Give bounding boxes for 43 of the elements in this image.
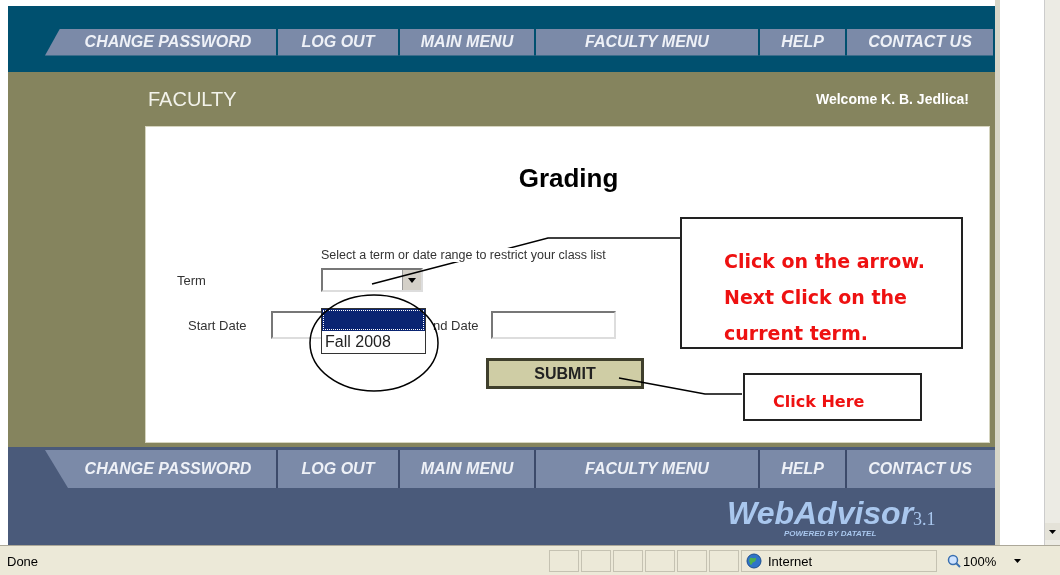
status-pane xyxy=(677,550,707,572)
nav-link[interactable]: CONTACT US xyxy=(847,28,993,56)
end-date-label: nd Date xyxy=(433,317,480,333)
nav-link[interactable]: CHANGE PASSWORD xyxy=(60,28,278,56)
nav-link[interactable]: LOG OUT xyxy=(278,28,400,56)
page-title: Grading xyxy=(517,162,620,194)
logo-version: 3.1 xyxy=(913,509,936,530)
caret-icon[interactable] xyxy=(1014,559,1022,563)
nav-link[interactable]: CHANGE PASSWORD xyxy=(60,450,278,488)
nav-link[interactable]: FACULTY MENU xyxy=(536,450,760,488)
logo-tagline: POWERED BY DATATEL xyxy=(784,529,877,538)
nav-link[interactable]: CONTACT US xyxy=(847,450,993,488)
start-date-label: Start Date xyxy=(187,317,248,333)
term-label: Term xyxy=(176,272,207,288)
status-pane xyxy=(709,550,739,572)
dropdown-option[interactable]: Fall 2008 xyxy=(322,331,425,353)
welcome-text: Welcome K. B. Jedlica! xyxy=(816,91,969,107)
zone-text: Internet xyxy=(768,553,813,569)
nav-link[interactable]: MAIN MENU xyxy=(400,28,536,56)
status-pane xyxy=(613,550,643,572)
dropdown-option[interactable] xyxy=(322,309,425,331)
end-date-field[interactable] xyxy=(491,311,616,339)
zoom-icon xyxy=(947,554,961,568)
globe-icon xyxy=(746,553,762,569)
logo-text: WebAdvisor xyxy=(727,495,914,531)
nav-link[interactable]: MAIN MENU xyxy=(400,450,536,488)
callout-text: Click on the arrow. Next Click on the current term. xyxy=(724,249,926,346)
zoom-control[interactable]: 100% xyxy=(943,553,997,569)
callout-text: Click Here xyxy=(773,391,866,413)
nav-link[interactable]: LOG OUT xyxy=(278,450,400,488)
submit-button[interactable]: SUBMIT xyxy=(486,358,644,389)
section-title: FACULTY xyxy=(148,87,237,111)
status-text: Done xyxy=(7,553,40,569)
term-dropdown[interactable] xyxy=(321,268,423,292)
nav-link[interactable]: HELP xyxy=(760,450,847,488)
scrollbar[interactable] xyxy=(1044,0,1060,545)
nav-link[interactable]: FACULTY MENU xyxy=(536,28,760,56)
status-pane xyxy=(549,550,579,572)
instruction-text: Select a term or date range to restrict your class list xyxy=(321,248,606,262)
status-pane xyxy=(645,550,675,572)
status-pane xyxy=(581,550,611,572)
nav-link[interactable]: HELP xyxy=(760,28,847,56)
scroll-down-icon[interactable] xyxy=(1045,523,1060,540)
